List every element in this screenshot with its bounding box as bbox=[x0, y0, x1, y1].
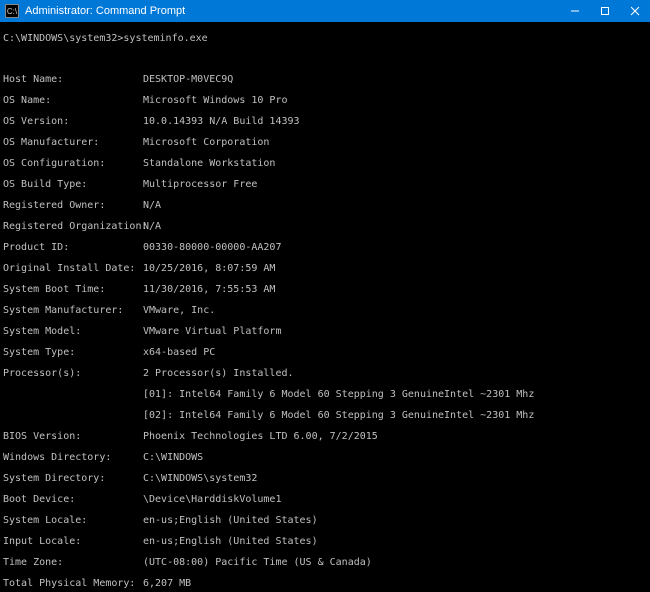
value: Microsoft Corporation bbox=[143, 138, 647, 149]
field-registered-org: Registered Organization:N/A bbox=[3, 222, 647, 233]
field-os-version: OS Version:10.0.14393 N/A Build 14393 bbox=[3, 117, 647, 128]
field-processors: Processor(s):2 Processor(s) Installed. bbox=[3, 369, 647, 380]
processor-entry: [02]: Intel64 Family 6 Model 60 Stepping… bbox=[3, 411, 647, 422]
command-prompt-window: C:\ Administrator: Command Prompt C:\WIN… bbox=[0, 0, 650, 592]
close-button[interactable] bbox=[620, 0, 650, 22]
label: Input Locale: bbox=[3, 537, 143, 548]
field-sys-dir: System Directory:C:\WINDOWS\system32 bbox=[3, 474, 647, 485]
field-total-phys-mem: Total Physical Memory:6,207 MB bbox=[3, 579, 647, 590]
value: en-us;English (United States) bbox=[143, 516, 647, 527]
label: Windows Directory: bbox=[3, 453, 143, 464]
field-input-locale: Input Locale:en-us;English (United State… bbox=[3, 537, 647, 548]
field-os-manufacturer: OS Manufacturer:Microsoft Corporation bbox=[3, 138, 647, 149]
prompt-line: C:\WINDOWS\system32>systeminfo.exe bbox=[3, 34, 647, 45]
value: Standalone Workstation bbox=[143, 159, 647, 170]
label: Original Install Date: bbox=[3, 264, 143, 275]
value: Phoenix Technologies LTD 6.00, 7/2/2015 bbox=[143, 432, 647, 443]
field-boot-time: System Boot Time:11/30/2016, 7:55:53 AM bbox=[3, 285, 647, 296]
value: 2 Processor(s) Installed. bbox=[143, 369, 647, 380]
label: System Manufacturer: bbox=[3, 306, 143, 317]
field-os-name: OS Name:Microsoft Windows 10 Pro bbox=[3, 96, 647, 107]
value: Microsoft Windows 10 Pro bbox=[143, 96, 647, 107]
label: Processor(s): bbox=[3, 369, 143, 380]
titlebar[interactable]: C:\ Administrator: Command Prompt bbox=[0, 0, 650, 22]
maximize-icon bbox=[600, 6, 610, 16]
field-win-dir: Windows Directory:C:\WINDOWS bbox=[3, 453, 647, 464]
value: VMware, Inc. bbox=[143, 306, 647, 317]
processor-entry: [01]: Intel64 Family 6 Model 60 Stepping… bbox=[3, 390, 647, 401]
field-os-configuration: OS Configuration:Standalone Workstation bbox=[3, 159, 647, 170]
label: Registered Organization: bbox=[3, 222, 143, 233]
field-bios-version: BIOS Version:Phoenix Technologies LTD 6.… bbox=[3, 432, 647, 443]
value: N/A bbox=[143, 222, 647, 233]
maximize-button[interactable] bbox=[590, 0, 620, 22]
value: 6,207 MB bbox=[143, 579, 647, 590]
value: DESKTOP-M0VEC9Q bbox=[143, 75, 647, 86]
label: OS Manufacturer: bbox=[3, 138, 143, 149]
close-icon bbox=[630, 6, 640, 16]
blank-line bbox=[3, 55, 647, 65]
label: OS Version: bbox=[3, 117, 143, 128]
value: 11/30/2016, 7:55:53 AM bbox=[143, 285, 647, 296]
label: OS Build Type: bbox=[3, 180, 143, 191]
value: C:\WINDOWS bbox=[143, 453, 647, 464]
field-product-id: Product ID:00330-80000-00000-AA207 bbox=[3, 243, 647, 254]
label: System Locale: bbox=[3, 516, 143, 527]
label: Host Name: bbox=[3, 75, 143, 86]
field-host-name: Host Name:DESKTOP-M0VEC9Q bbox=[3, 75, 647, 86]
label: Registered Owner: bbox=[3, 201, 143, 212]
value: C:\WINDOWS\system32 bbox=[143, 474, 647, 485]
label: BIOS Version: bbox=[3, 432, 143, 443]
app-icon: C:\ bbox=[5, 4, 19, 18]
value: N/A bbox=[143, 201, 647, 212]
field-os-build-type: OS Build Type:Multiprocessor Free bbox=[3, 180, 647, 191]
window-controls bbox=[560, 0, 650, 22]
value: x64-based PC bbox=[143, 348, 647, 359]
value: 00330-80000-00000-AA207 bbox=[143, 243, 647, 254]
label: Product ID: bbox=[3, 243, 143, 254]
field-install-date: Original Install Date:10/25/2016, 8:07:5… bbox=[3, 264, 647, 275]
value: VMware Virtual Platform bbox=[143, 327, 647, 338]
label: System Boot Time: bbox=[3, 285, 143, 296]
label: Boot Device: bbox=[3, 495, 143, 506]
field-sys-manufacturer: System Manufacturer:VMware, Inc. bbox=[3, 306, 647, 317]
label: Time Zone: bbox=[3, 558, 143, 569]
minimize-button[interactable] bbox=[560, 0, 590, 22]
titlebar-left: C:\ Administrator: Command Prompt bbox=[0, 4, 185, 18]
value: (UTC-08:00) Pacific Time (US & Canada) bbox=[143, 558, 647, 569]
field-system-type: System Type:x64-based PC bbox=[3, 348, 647, 359]
field-registered-owner: Registered Owner:N/A bbox=[3, 201, 647, 212]
minimize-icon bbox=[570, 6, 580, 16]
value: 10.0.14393 N/A Build 14393 bbox=[143, 117, 647, 128]
label: OS Name: bbox=[3, 96, 143, 107]
label: OS Configuration: bbox=[3, 159, 143, 170]
value: en-us;English (United States) bbox=[143, 537, 647, 548]
value: 10/25/2016, 8:07:59 AM bbox=[143, 264, 647, 275]
label: System Type: bbox=[3, 348, 143, 359]
label: System Model: bbox=[3, 327, 143, 338]
value: \Device\HarddiskVolume1 bbox=[143, 495, 647, 506]
field-sys-locale: System Locale:en-us;English (United Stat… bbox=[3, 516, 647, 527]
value: Multiprocessor Free bbox=[143, 180, 647, 191]
field-boot-device: Boot Device:\Device\HarddiskVolume1 bbox=[3, 495, 647, 506]
field-time-zone: Time Zone:(UTC-08:00) Pacific Time (US &… bbox=[3, 558, 647, 569]
field-system-model: System Model:VMware Virtual Platform bbox=[3, 327, 647, 338]
terminal-output[interactable]: C:\WINDOWS\system32>systeminfo.exe Host … bbox=[0, 22, 650, 592]
label: System Directory: bbox=[3, 474, 143, 485]
window-title: Administrator: Command Prompt bbox=[25, 5, 185, 17]
label: Total Physical Memory: bbox=[3, 579, 143, 590]
